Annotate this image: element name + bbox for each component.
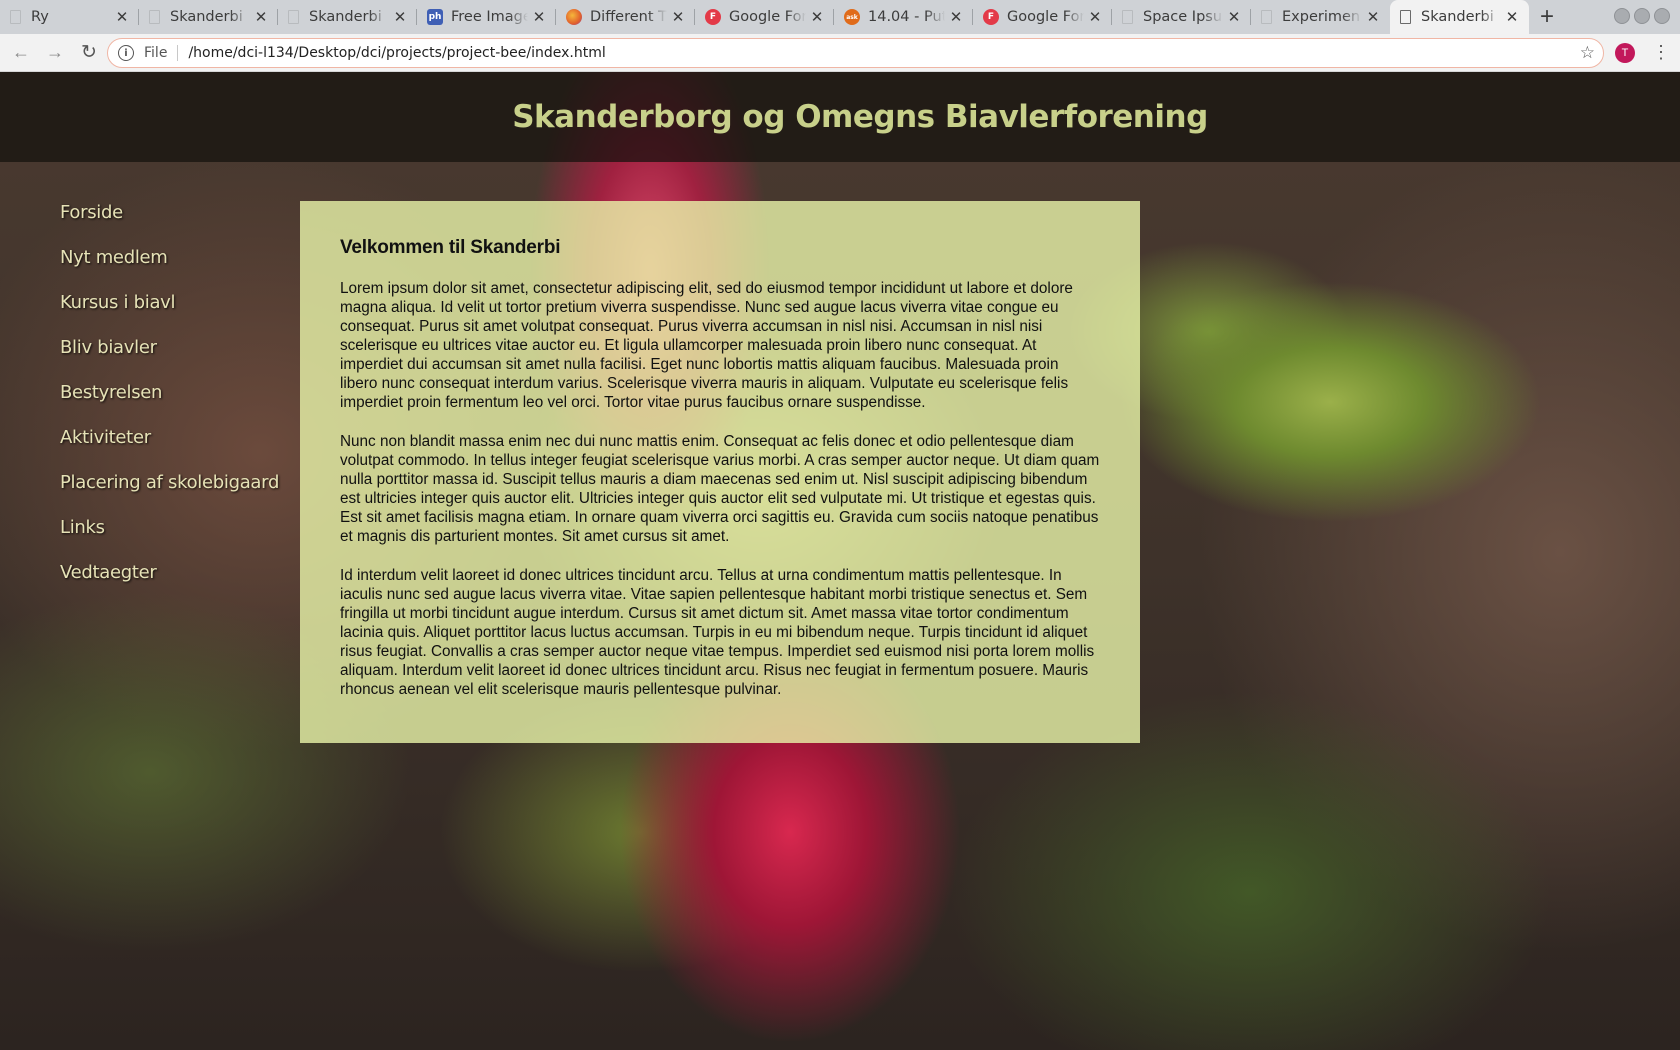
browser-tab[interactable]: Space Ipsu ✕ bbox=[1112, 0, 1251, 34]
side-navigation: Forside Nyt medlem Kursus i biavl Bliv b… bbox=[60, 202, 290, 607]
nav-link-vedtaegter[interactable]: Vedtaegter bbox=[60, 562, 290, 607]
browser-tab[interactable]: ph Free Image ✕ bbox=[417, 0, 556, 34]
nav-link-aktiviteter[interactable]: Aktiviteter bbox=[60, 427, 290, 472]
tab-title: Google For bbox=[729, 9, 806, 25]
content-paragraph: Nunc non blandit massa enim nec dui nunc… bbox=[340, 433, 1100, 545]
faint-page-icon bbox=[149, 10, 160, 24]
site-header: Skanderborg og Omegns Biavlerforening bbox=[0, 72, 1680, 162]
close-window-button[interactable] bbox=[1654, 8, 1670, 24]
close-tab-icon[interactable]: ✕ bbox=[671, 8, 685, 26]
f-icon: F bbox=[983, 9, 999, 25]
close-tab-icon[interactable]: ✕ bbox=[1505, 8, 1519, 26]
page-icon bbox=[1400, 10, 1411, 24]
site-title: Skanderborg og Omegns Biavlerforening bbox=[512, 99, 1208, 135]
address-scheme: File bbox=[144, 45, 179, 61]
tab-title: Free Image bbox=[451, 9, 528, 25]
reload-icon[interactable]: ↻ bbox=[76, 41, 102, 64]
tab-title: Ry bbox=[31, 9, 49, 25]
window-controls bbox=[1614, 8, 1670, 24]
close-tab-icon[interactable]: ✕ bbox=[532, 8, 546, 26]
browser-tab[interactable]: Ry ✕ bbox=[0, 0, 139, 34]
browser-tab[interactable]: Skanderbi ✕ bbox=[278, 0, 417, 34]
close-tab-icon[interactable]: ✕ bbox=[1366, 8, 1380, 26]
close-tab-icon[interactable]: ✕ bbox=[393, 8, 407, 26]
browser-tab[interactable]: Different T ✕ bbox=[556, 0, 695, 34]
main-content-panel: Velkommen til Skanderbi Lorem ipsum dolo… bbox=[300, 201, 1140, 743]
close-tab-icon[interactable]: ✕ bbox=[810, 8, 824, 26]
tab-title: Google For bbox=[1007, 9, 1084, 25]
content-heading: Velkommen til Skanderbi bbox=[340, 237, 561, 258]
web-page: Skanderborg og Omegns Biavlerforening Fo… bbox=[0, 72, 1680, 1050]
browser-tab-active[interactable]: Skanderbi ✕ bbox=[1390, 0, 1529, 34]
nav-link-placering-af-skolebigaard[interactable]: Placering af skolebigaard bbox=[60, 472, 290, 517]
nav-link-nyt-medlem[interactable]: Nyt medlem bbox=[60, 247, 290, 292]
ph-icon: ph bbox=[427, 9, 443, 25]
tab-title: 14.04 - Put bbox=[868, 9, 945, 25]
tab-title: Space Ipsu bbox=[1143, 9, 1223, 25]
content-paragraph: Lorem ipsum dolor sit amet, consectetur … bbox=[340, 280, 1073, 411]
browser-tab[interactable]: Skanderbi ✕ bbox=[139, 0, 278, 34]
content-paragraph: Id interdum velit laoreet id donec ultri… bbox=[340, 567, 1095, 698]
close-tab-icon[interactable]: ✕ bbox=[254, 8, 268, 26]
forward-arrow-icon[interactable]: → bbox=[42, 42, 68, 63]
profile-avatar[interactable]: T bbox=[1615, 43, 1635, 63]
browser-tab[interactable]: F Google For ✕ bbox=[695, 0, 834, 34]
faint-page-icon bbox=[1122, 10, 1133, 24]
new-tab-button[interactable]: + bbox=[1529, 0, 1565, 34]
tab-title: Skanderbi bbox=[1421, 9, 1494, 25]
browser-tab[interactable]: F Google For ✕ bbox=[973, 0, 1112, 34]
faint-page-icon bbox=[1261, 10, 1272, 24]
minimize-button[interactable] bbox=[1614, 8, 1630, 24]
tab-title: Skanderbi bbox=[170, 9, 243, 25]
info-icon[interactable]: i bbox=[118, 45, 134, 61]
tab-title: Different T bbox=[590, 9, 667, 25]
bookmark-star-icon[interactable]: ☆ bbox=[1580, 43, 1595, 63]
menu-kebab-icon[interactable]: ⋮ bbox=[1652, 42, 1670, 62]
address-url[interactable]: /home/dci-l134/Desktop/dci/projects/proj… bbox=[188, 45, 605, 61]
back-arrow-icon[interactable]: ← bbox=[8, 42, 34, 63]
nav-link-kursus-i-biavl[interactable]: Kursus i biavl bbox=[60, 292, 290, 337]
browser-tab[interactable]: Experimen ✕ bbox=[1251, 0, 1390, 34]
maximize-button[interactable] bbox=[1634, 8, 1650, 24]
tab-title: Experimen bbox=[1282, 9, 1361, 25]
faint-page-icon bbox=[288, 10, 299, 24]
browser-toolbar: ← → ↻ i File /home/dci-l134/Desktop/dci/… bbox=[0, 34, 1680, 72]
nav-link-forside[interactable]: Forside bbox=[60, 202, 290, 247]
tab-title: Skanderbi bbox=[309, 9, 382, 25]
address-bar[interactable]: i File /home/dci-l134/Desktop/dci/projec… bbox=[107, 38, 1604, 68]
ask-icon: ask bbox=[844, 9, 860, 25]
f-icon: F bbox=[705, 9, 721, 25]
close-tab-icon[interactable]: ✕ bbox=[115, 8, 129, 26]
close-tab-icon[interactable]: ✕ bbox=[949, 8, 963, 26]
tab-strip: Ry ✕ Skanderbi ✕ Skanderbi ✕ ph Free Ima… bbox=[0, 0, 1680, 34]
close-tab-icon[interactable]: ✕ bbox=[1227, 8, 1241, 26]
nav-link-bliv-biavler[interactable]: Bliv biavler bbox=[60, 337, 290, 382]
faint-page-icon bbox=[10, 10, 21, 24]
browser-tab[interactable]: ask 14.04 - Put ✕ bbox=[834, 0, 973, 34]
close-tab-icon[interactable]: ✕ bbox=[1088, 8, 1102, 26]
firefox-icon bbox=[566, 9, 582, 25]
nav-link-links[interactable]: Links bbox=[60, 517, 290, 562]
nav-link-bestyrelsen[interactable]: Bestyrelsen bbox=[60, 382, 290, 427]
